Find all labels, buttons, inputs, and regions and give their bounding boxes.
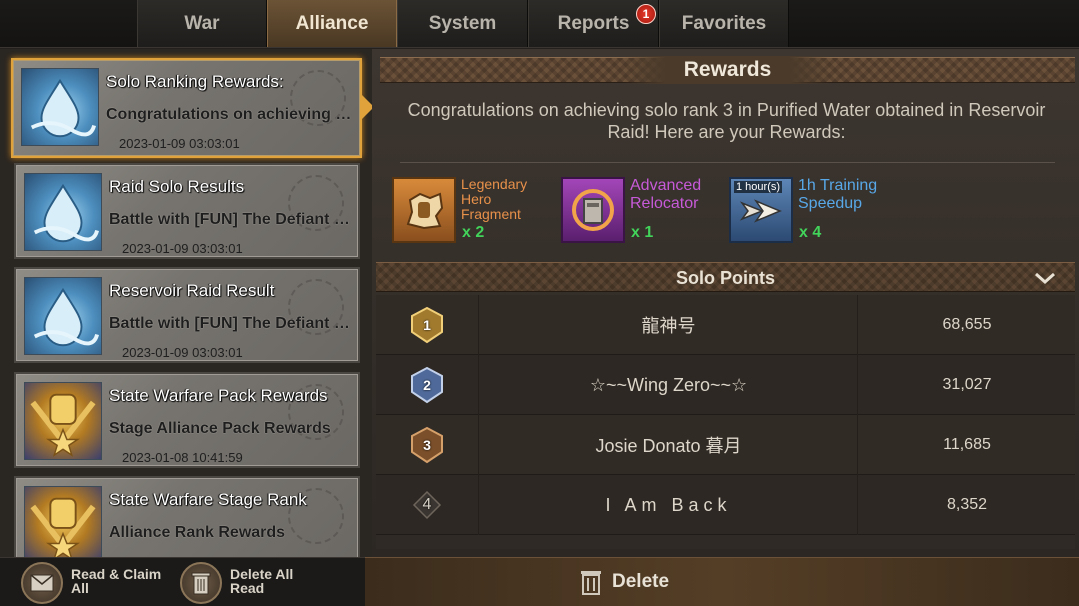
table-row: 3 Josie Donato 暮月 11,685: [376, 415, 1075, 475]
bronze-rank-badge-icon: 3: [408, 426, 446, 464]
tab-reports[interactable]: Reports 1: [528, 0, 659, 47]
reward-item-training-speedup[interactable]: 1 hour(s) 1h Training Speedup x 4: [729, 177, 909, 245]
rewards-header: Rewards: [380, 56, 1075, 84]
mail-item-solo-ranking[interactable]: Solo Ranking Rewards: Congratulations on…: [11, 58, 362, 158]
tab-reports-label: Reports: [557, 12, 630, 34]
player-name: ☆~~Wing Zero~~☆: [480, 355, 858, 415]
tab-alliance[interactable]: Alliance: [267, 0, 397, 47]
mail-preview: Stage Alliance Pack Rewards: [109, 420, 331, 437]
gold-rank-badge-icon: 1: [408, 306, 446, 344]
speedup-icon: 1 hour(s): [729, 177, 793, 243]
tab-war[interactable]: War: [137, 0, 267, 47]
rank-number: 1: [423, 317, 431, 333]
solo-points-header[interactable]: Solo Points: [376, 262, 1075, 292]
table-row: [376, 535, 1075, 549]
delete-label: Delete: [612, 571, 670, 592]
read-claim-all-button[interactable]: [21, 562, 63, 604]
divider: [400, 162, 1055, 163]
mail-preview: Battle with [FUN] The Defiant Ones: [109, 211, 359, 228]
mail-item-state-warfare-stage-rank[interactable]: State Warfare Stage Rank Alliance Rank R…: [14, 476, 360, 557]
mail-preview: Congratulations on achieving solo rank 3…: [106, 106, 356, 123]
reward-name: Legendary Hero Fragment: [461, 176, 528, 222]
mail-title: State Warfare Stage Rank: [109, 490, 307, 509]
player-points: 31,027: [942, 376, 992, 393]
water-drop-icon: [24, 277, 102, 355]
delete-all-read-button[interactable]: [180, 562, 222, 604]
delete-all-read-label: Delete All Read: [230, 566, 294, 596]
tab-favorites[interactable]: Favorites: [659, 0, 789, 47]
relocator-icon: [561, 177, 625, 243]
fist-emblem-icon: [24, 486, 102, 557]
player-name: I Am Back: [480, 475, 858, 535]
rewards-title: Rewards: [623, 56, 832, 84]
reward-quantity: x 4: [799, 224, 822, 241]
silver-rank-badge-icon: 2: [408, 366, 446, 404]
hero-fragment-icon: [392, 177, 456, 243]
player-name: Josie Donato 暮月: [480, 415, 858, 475]
water-drop-icon: [24, 173, 102, 251]
table-row: 4 I Am Back 8,352: [376, 475, 1075, 535]
reward-message: Congratulations on achieving solo rank 3…: [407, 100, 1046, 142]
rank-number: 3: [423, 437, 431, 453]
player-name: 龍神号: [480, 295, 858, 355]
tab-war-label: War: [184, 12, 220, 34]
mail-category-tabs: War Alliance System Reports 1 Favorites: [0, 0, 1079, 48]
reward-quantity: x 2: [462, 224, 485, 241]
envelope-icon: [30, 574, 54, 592]
player-points: 68,655: [942, 316, 992, 333]
tab-alliance-label: Alliance: [295, 12, 369, 34]
trash-icon: [581, 571, 601, 595]
solo-points-table: 1 龍神号 68,655 2 ☆~~Wing Zero~~☆ 31,027 3: [376, 295, 1075, 549]
mail-preview: Battle with [FUN] The Defiant Ones: [109, 315, 359, 332]
table-row: 2 ☆~~Wing Zero~~☆ 31,027: [376, 355, 1075, 415]
solo-points-title: Solo Points: [676, 268, 775, 288]
mail-item-raid-solo-results[interactable]: Raid Solo Results Battle with [FUN] The …: [14, 163, 360, 259]
mail-item-reservoir-raid-result[interactable]: Reservoir Raid Result Battle with [FUN] …: [14, 267, 360, 363]
fist-emblem-icon: [24, 382, 102, 460]
reward-name: Advanced Relocator: [630, 177, 702, 212]
mail-detail-panel: Rewards Congratulations on achieving sol…: [372, 49, 1079, 557]
reward-quantity: x 1: [631, 224, 654, 241]
reward-item-hero-fragment[interactable]: Legendary Hero Fragment x 2: [392, 177, 552, 245]
tab-system[interactable]: System: [397, 0, 528, 47]
water-drop-icon: [21, 68, 99, 146]
mail-date: 2023-01-08 10:41:59: [122, 450, 243, 465]
table-row: 1 龍神号 68,655: [376, 295, 1075, 355]
read-claim-all-label: Read & Claim All: [71, 566, 162, 596]
rank-number: 2: [423, 377, 431, 393]
delete-button[interactable]: Delete: [580, 566, 669, 598]
duration-tag: 1 hour(s): [734, 181, 783, 193]
mail-detail-actions: Delete: [365, 557, 1079, 606]
reports-unread-badge: 1: [636, 4, 656, 24]
trash-icon: [191, 572, 211, 595]
chevron-down-icon[interactable]: [1033, 269, 1057, 287]
mail-list[interactable]: Solo Ranking Rewards: Congratulations on…: [0, 49, 372, 557]
tab-favorites-label: Favorites: [681, 12, 767, 34]
mail-title: Raid Solo Results: [109, 177, 245, 196]
player-points: 11,685: [943, 436, 991, 453]
player-points: 8,352: [946, 496, 988, 513]
mail-title: State Warfare Pack Rewards: [109, 386, 328, 405]
rank-badge-icon: 4: [408, 486, 446, 524]
mail-preview: Alliance Rank Rewards: [109, 524, 286, 541]
mail-date: 2023-01-09 03:03:01: [122, 241, 243, 256]
tab-system-label: System: [428, 12, 497, 34]
mail-title: Reservoir Raid Result: [109, 281, 275, 300]
rank-number: 4: [422, 496, 432, 513]
mail-title: Solo Ranking Rewards:: [106, 72, 284, 91]
reward-item-advanced-relocator[interactable]: Advanced Relocator x 1: [561, 177, 731, 245]
mail-list-actions: Read & Claim All Delete All Read: [0, 557, 372, 606]
mail-item-state-warfare-pack[interactable]: State Warfare Pack Rewards Stage Allianc…: [14, 372, 360, 468]
reward-name: 1h Training Speedup: [798, 177, 878, 212]
mail-date: 2023-01-09 03:03:01: [122, 345, 243, 360]
mail-date: 2023-01-09 03:03:01: [119, 136, 240, 151]
